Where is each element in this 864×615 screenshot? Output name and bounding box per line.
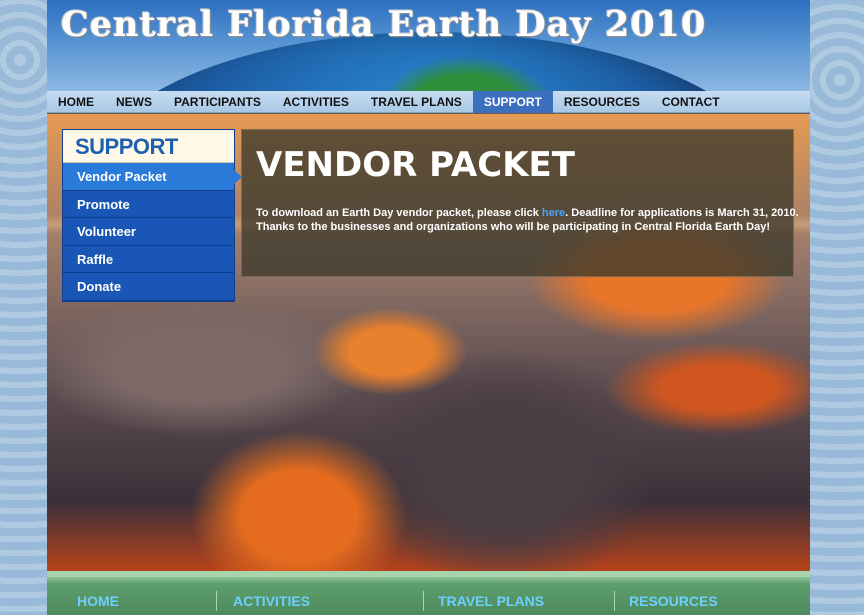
- sidebar-menu: SUPPORT Vendor Packet Promote Volunteer …: [62, 129, 242, 302]
- nav-news[interactable]: NEWS: [105, 91, 163, 113]
- footer-link-travel-plans[interactable]: TRAVEL PLANS: [424, 593, 614, 609]
- content-text: To download an Earth Day vendor packet, …: [256, 206, 799, 234]
- nav-activities[interactable]: ACTIVITIES: [272, 91, 360, 113]
- footer-link-resources[interactable]: RESOURCES: [615, 593, 718, 609]
- page-container: Central Florida Earth Day 2010 HOME NEWS…: [47, 0, 810, 615]
- content-line1-before: To download an Earth Day vendor packet, …: [256, 207, 542, 219]
- sidebar-item-volunteer[interactable]: Volunteer: [63, 218, 234, 246]
- content-panel: VENDOR PACKET To download an Earth Day v…: [241, 129, 799, 277]
- nav-support[interactable]: SUPPORT: [472, 90, 553, 113]
- nav-home[interactable]: HOME: [47, 91, 105, 113]
- background-left-texture: [0, 0, 48, 615]
- nav-resources[interactable]: RESOURCES: [553, 91, 651, 113]
- content-line2: Thanks to the businesses and organizatio…: [256, 221, 771, 233]
- sidebar-item-promote[interactable]: Promote: [63, 191, 234, 218]
- site-header: Central Florida Earth Day 2010: [47, 0, 810, 92]
- main-nav: HOME NEWS PARTICIPANTS ACTIVITIES TRAVEL…: [47, 90, 810, 113]
- background-right-texture: [810, 0, 864, 615]
- page-title: VENDOR PACKET: [256, 145, 575, 185]
- sidebar-item-raffle[interactable]: Raffle: [63, 246, 234, 273]
- download-here-link[interactable]: here: [542, 207, 565, 219]
- footer-nav: HOME ACTIVITIES TRAVEL PLANS RESOURCES: [47, 571, 810, 615]
- sidebar-item-vendor-packet[interactable]: Vendor Packet: [63, 163, 242, 191]
- nav-participants[interactable]: PARTICIPANTS: [163, 91, 272, 113]
- sidebar-item-donate[interactable]: Donate: [63, 273, 234, 301]
- sidebar-heading: SUPPORT: [63, 130, 234, 163]
- nav-contact[interactable]: CONTACT: [651, 91, 731, 113]
- content-line1-after: . Deadline for applications is March 31,…: [565, 207, 799, 219]
- footer-link-activities[interactable]: ACTIVITIES: [217, 593, 423, 609]
- site-title: Central Florida Earth Day 2010: [61, 4, 707, 45]
- nav-travel-plans[interactable]: TRAVEL PLANS: [360, 91, 473, 113]
- footer-link-home[interactable]: HOME: [47, 593, 216, 609]
